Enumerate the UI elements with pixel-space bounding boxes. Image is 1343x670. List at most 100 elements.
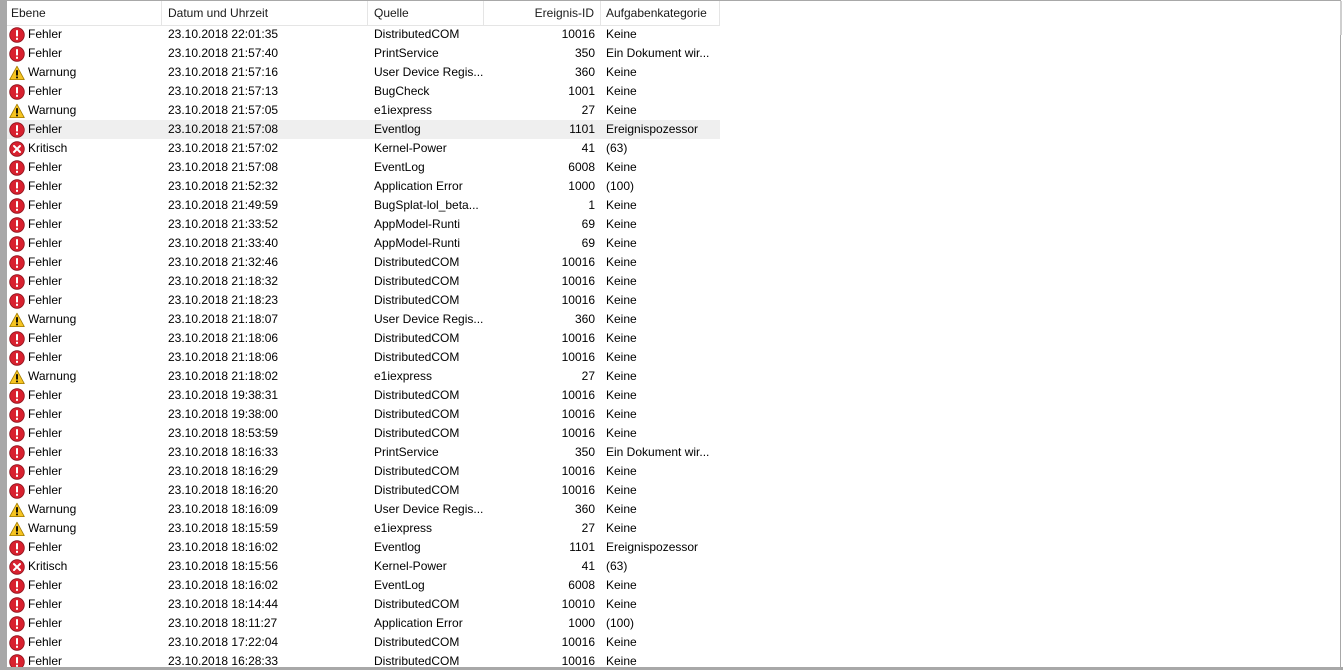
source-cell: DistributedCOM <box>374 293 460 307</box>
source-cell: e1iexpress <box>374 521 433 535</box>
table-row[interactable]: Fehler 23.10.2018 21:18:06 DistributedCOM 1… <box>7 329 720 348</box>
table-row[interactable]: Fehler 23.10.2018 19:38:31 DistributedCOM 1… <box>7 386 720 405</box>
table-row[interactable]: Fehler 23.10.2018 18:53:59 DistributedCOM 1… <box>7 424 720 443</box>
datetime-cell: 23.10.2018 18:15:59 <box>168 521 279 535</box>
table-row[interactable]: Warnung 23.10.2018 18:15:59 e1iexpress 27 Ke… <box>7 519 720 538</box>
datetime-cell: 23.10.2018 21:18:06 <box>168 350 279 364</box>
table-row[interactable]: Kritisch 23.10.2018 21:57:02 Kernel-Power 4… <box>7 139 720 158</box>
warning-icon <box>9 65 25 81</box>
column-header-source[interactable]: Quelle <box>368 1 484 25</box>
category-cell: Keine <box>606 483 637 497</box>
datetime-cell: 23.10.2018 21:33:52 <box>168 217 279 231</box>
critical-icon <box>9 558 25 575</box>
table-row[interactable]: Fehler 23.10.2018 21:33:40 AppModel-Runti 6… <box>7 234 720 253</box>
table-row[interactable]: Fehler 23.10.2018 19:38:00 DistributedCOM 1… <box>7 405 720 424</box>
level-label: Fehler <box>28 255 63 269</box>
source-cell: PrintService <box>374 445 439 459</box>
column-header-event-id[interactable]: Ereignis-ID <box>484 1 601 25</box>
level-cell: Kritisch <box>7 557 162 576</box>
level-cell: Warnung <box>7 310 162 329</box>
source-cell: Kernel-Power <box>374 559 447 573</box>
category-cell: Keine <box>606 369 637 383</box>
table-row[interactable]: Warnung 23.10.2018 21:57:16 User Device Re… <box>7 63 720 82</box>
event-id-cell: 10016 <box>561 331 595 345</box>
table-row[interactable]: Warnung 23.10.2018 18:16:09 User Device Re… <box>7 500 720 519</box>
event-id-cell: 10016 <box>561 635 595 649</box>
table-row[interactable]: Fehler 23.10.2018 18:16:29 DistributedCOM 1… <box>7 462 720 481</box>
category-cell: (100) <box>606 179 635 193</box>
level-label: Warnung <box>28 502 77 516</box>
event-id-cell: 1101 <box>569 540 595 554</box>
level-label: Fehler <box>28 426 63 440</box>
level-cell: Fehler <box>7 614 162 633</box>
datetime-cell: 23.10.2018 21:57:05 <box>168 103 279 117</box>
level-cell: Fehler <box>7 215 162 234</box>
level-label: Fehler <box>28 198 63 212</box>
table-row[interactable]: Fehler 23.10.2018 21:57:08 Eventlog 1101 Ere… <box>7 120 720 139</box>
error-icon <box>9 596 25 613</box>
table-row[interactable]: Fehler 23.10.2018 21:18:32 DistributedCOM 1… <box>7 272 720 291</box>
table-row[interactable]: Warnung 23.10.2018 21:18:07 User Device Re… <box>7 310 720 329</box>
table-row[interactable]: Fehler 23.10.2018 16:28:33 DistributedCOM 1… <box>7 652 720 668</box>
event-id-cell: 360 <box>574 65 595 79</box>
level-label: Fehler <box>28 578 63 592</box>
datetime-cell: 23.10.2018 18:15:56 <box>168 559 279 573</box>
category-cell: Keine <box>606 217 637 231</box>
datetime-cell: 23.10.2018 18:16:09 <box>168 502 279 516</box>
warning-icon <box>9 521 25 537</box>
column-header-level[interactable]: Ebene <box>7 1 162 25</box>
source-cell: PrintService <box>374 46 439 60</box>
table-row[interactable]: Fehler 23.10.2018 17:22:04 DistributedCOM 1… <box>7 633 720 652</box>
level-cell: Fehler <box>7 291 162 310</box>
source-cell: DistributedCOM <box>374 27 460 41</box>
category-cell: Keine <box>606 312 637 326</box>
datetime-cell: 23.10.2018 21:33:40 <box>168 236 279 250</box>
source-cell: DistributedCOM <box>374 654 460 668</box>
level-cell: Warnung <box>7 367 162 386</box>
source-cell: DistributedCOM <box>374 407 460 421</box>
level-cell: Fehler <box>7 272 162 291</box>
table-row[interactable]: Fehler 23.10.2018 21:33:52 AppModel-Runti 6… <box>7 215 720 234</box>
level-cell: Fehler <box>7 652 162 668</box>
scrollbar-thumb[interactable] <box>1340 1 1342 35</box>
table-row[interactable]: Fehler 23.10.2018 18:14:44 DistributedCOM 1… <box>7 595 720 614</box>
level-cell: Fehler <box>7 253 162 272</box>
table-row[interactable]: Warnung 23.10.2018 21:18:02 e1iexpress 27 Ke… <box>7 367 720 386</box>
datetime-cell: 23.10.2018 18:14:44 <box>168 597 279 611</box>
table-row[interactable]: Fehler 23.10.2018 21:32:46 DistributedCOM 1… <box>7 253 720 272</box>
level-label: Fehler <box>28 122 63 136</box>
source-cell: Application Error <box>374 616 463 630</box>
table-row[interactable]: Fehler 23.10.2018 21:52:32 Application Err… <box>7 177 720 196</box>
level-cell: Fehler <box>7 538 162 557</box>
level-label: Fehler <box>28 236 63 250</box>
table-row[interactable]: Fehler 23.10.2018 18:16:02 EventLog 6008 Kei… <box>7 576 720 595</box>
datetime-cell: 23.10.2018 18:16:02 <box>168 540 279 554</box>
datetime-cell: 23.10.2018 18:16:20 <box>168 483 279 497</box>
column-header-datetime[interactable]: Datum und Uhrzeit <box>162 1 368 25</box>
table-row[interactable]: Fehler 23.10.2018 21:57:13 BugCheck 1001 Kei… <box>7 82 720 101</box>
table-row[interactable]: Fehler 23.10.2018 18:16:20 DistributedCOM 1… <box>7 481 720 500</box>
error-icon <box>9 273 25 290</box>
column-header-category[interactable]: Aufgabenkategorie <box>601 1 720 25</box>
table-row[interactable]: Fehler 23.10.2018 18:16:33 PrintService 350… <box>7 443 720 462</box>
table-row[interactable]: Kritisch 23.10.2018 18:15:56 Kernel-Power 4… <box>7 557 720 576</box>
table-row[interactable]: Fehler 23.10.2018 22:01:35 DistributedCOM 1… <box>7 25 720 44</box>
table-row[interactable]: Warnung 23.10.2018 21:57:05 e1iexpress 27 Ke… <box>7 101 720 120</box>
table-row[interactable]: Fehler 23.10.2018 21:57:40 PrintService 350… <box>7 44 720 63</box>
source-cell: User Device Regis... <box>374 312 484 326</box>
table-row[interactable]: Fehler 23.10.2018 21:18:23 DistributedCOM 1… <box>7 291 720 310</box>
table-row[interactable]: Fehler 23.10.2018 18:16:02 Eventlog 1101 Ere… <box>7 538 720 557</box>
category-cell: Keine <box>606 521 637 535</box>
table-row[interactable]: Fehler 23.10.2018 18:11:27 Application Err… <box>7 614 720 633</box>
source-cell: BugCheck <box>374 84 430 98</box>
level-label: Warnung <box>28 521 77 535</box>
source-cell: DistributedCOM <box>374 274 460 288</box>
datetime-cell: 23.10.2018 21:18:07 <box>168 312 279 326</box>
source-cell: Kernel-Power <box>374 141 447 155</box>
table-row[interactable]: Fehler 23.10.2018 21:18:06 DistributedCOM 1… <box>7 348 720 367</box>
table-row[interactable]: Fehler 23.10.2018 21:57:08 EventLog 6008 Kei… <box>7 158 720 177</box>
category-cell: Keine <box>606 293 637 307</box>
level-cell: Fehler <box>7 234 162 253</box>
table-row[interactable]: Fehler 23.10.2018 21:49:59 BugSplat-lol_be… <box>7 196 720 215</box>
error-icon <box>9 235 25 252</box>
